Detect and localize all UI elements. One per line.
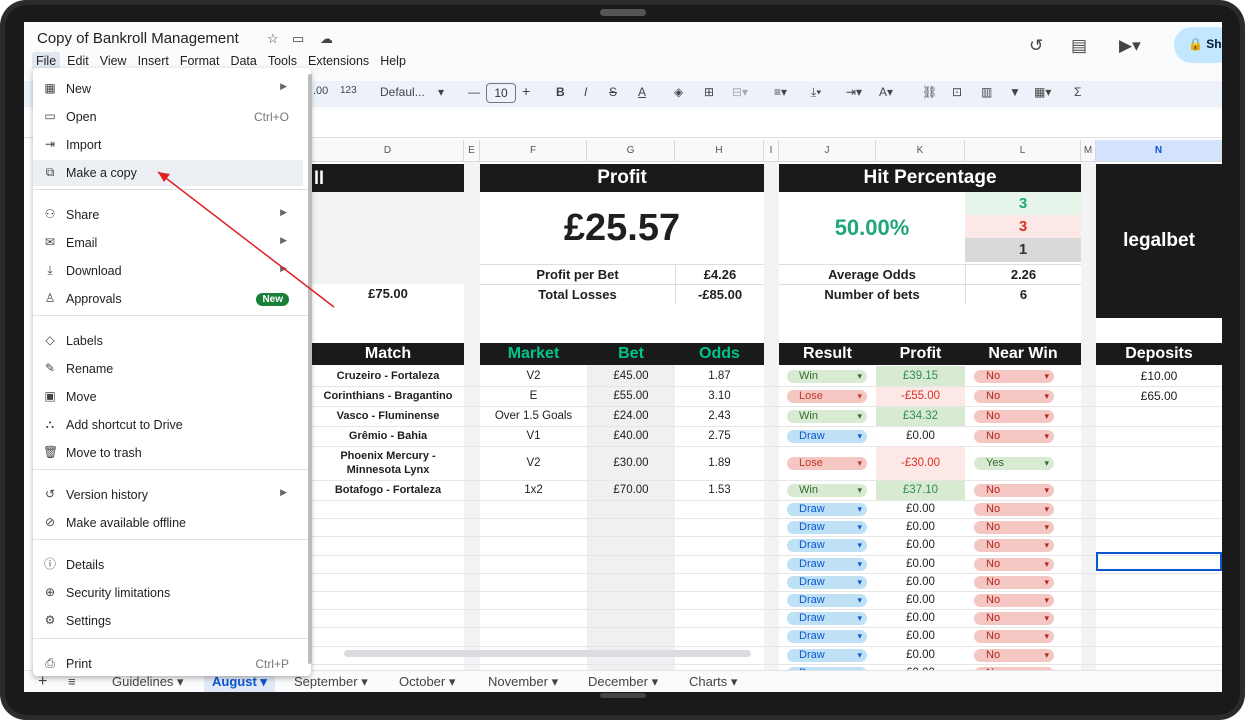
tablet-frame: Copy of Bankroll Management ☆ ▭ ☁ File E…	[0, 0, 1245, 720]
annotation-arrow	[157, 171, 335, 308]
sheets-window: Copy of Bankroll Management ☆ ▭ ☁ File E…	[24, 22, 1222, 692]
tablet-home-bar	[600, 693, 646, 698]
tablet-camera-notch	[600, 9, 646, 16]
